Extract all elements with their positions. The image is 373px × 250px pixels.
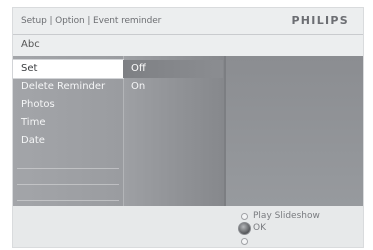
menu-item-set[interactable]: Set xyxy=(13,60,123,78)
menu-item-date[interactable]: Date xyxy=(13,132,123,150)
menu-divider xyxy=(17,168,119,169)
menu-divider xyxy=(17,200,119,201)
preview-column xyxy=(226,56,363,206)
photo-frame-screen: Setup | Option | Event reminder PHILIPS … xyxy=(13,8,363,247)
menu-item-label: Date xyxy=(21,135,45,146)
menu-item-label: Time xyxy=(21,117,46,128)
submenu-item-on[interactable]: On xyxy=(123,78,223,96)
down-button-icon xyxy=(241,238,248,245)
header: Setup | Option | Event reminder PHILIPS xyxy=(13,8,363,34)
page-title-row: Abc xyxy=(13,34,363,57)
menu-item-label: Photos xyxy=(21,99,55,110)
ok-button-icon xyxy=(238,222,251,235)
submenu-item-label: On xyxy=(131,81,146,92)
menu-divider xyxy=(17,184,119,185)
hint-label: Play Slideshow xyxy=(253,211,320,221)
page-title: Abc xyxy=(21,39,40,50)
brand-logo: PHILIPS xyxy=(291,14,349,27)
control-hints: Play Slideshow OK xyxy=(13,206,363,247)
submenu-item-off[interactable]: Off xyxy=(123,60,223,78)
menu-item-photos[interactable]: Photos xyxy=(13,96,123,114)
menu-item-delete-reminder[interactable]: Delete Reminder xyxy=(13,78,123,96)
menu-item-label: Set xyxy=(21,63,38,74)
submenu-item-label: Off xyxy=(131,63,146,74)
hint-label: OK xyxy=(253,223,266,233)
menu-panel: Set Delete Reminder Photos Time Date Off… xyxy=(13,56,363,206)
breadcrumb: Setup | Option | Event reminder xyxy=(21,16,162,26)
menu-item-label: Delete Reminder xyxy=(21,81,106,92)
menu-item-time[interactable]: Time xyxy=(13,114,123,132)
up-button-icon xyxy=(241,213,248,220)
